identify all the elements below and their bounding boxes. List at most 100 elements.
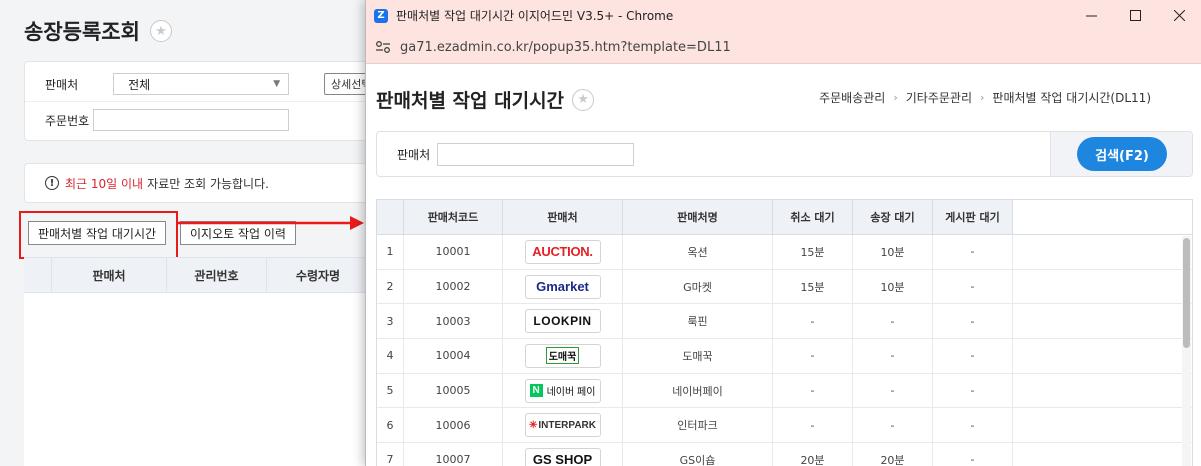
cancel-wait: 15분 (773, 269, 853, 304)
interpark-logo-text: INTERPARK (538, 419, 596, 431)
favorite-star-icon[interactable]: ★ (149, 20, 172, 42)
chevron-right-icon: › (980, 91, 985, 104)
site-settings-icon[interactable] (374, 38, 392, 56)
table-row[interactable]: 4 10004 도매꾹 도매꾹 - - - (377, 339, 1192, 374)
wait-time-grid: 판매처코드 판매처 판매처명 취소 대기 송장 대기 게시판 대기 1 1000… (376, 199, 1193, 466)
minimize-icon[interactable] (1069, 0, 1113, 31)
window-controls (1069, 0, 1201, 31)
naverpay-logo-text: 네이버 페이 (546, 387, 596, 399)
table-row[interactable]: 2 10002 Gmarket G마켓 15분 10분 - (377, 269, 1192, 305)
notice-text: 자료만 조회 가능합니다. (147, 176, 269, 191)
seller-logo-cell: N 네이버 페이 (503, 373, 623, 408)
order-number-input[interactable] (93, 109, 290, 131)
seller-name: 옥션 (623, 235, 773, 269)
grid-header-cancel[interactable]: 취소 대기 (773, 200, 853, 234)
grid-scrollbar[interactable] (1182, 236, 1191, 466)
popup-search-panel: 판매처 검색(F2) (376, 131, 1193, 177)
domaekkuk-logo-icon: 도매꾹 (524, 343, 601, 368)
board-wait: - (933, 304, 1013, 339)
search-panel: 판매처 전체 ▼ 상세선택 주문번호 (24, 61, 384, 141)
seller-select[interactable]: 전체 ▼ (113, 73, 290, 95)
popup-seller-label: 판매처 (397, 148, 431, 162)
cancel-wait: - (773, 373, 853, 408)
breadcrumb-item: 판매처별 작업 대기시간(DL11) (992, 91, 1151, 105)
seller-code: 10007 (404, 443, 503, 466)
table-row[interactable]: 1 10001 AUCTION. 옥션 15분 10분 - (377, 235, 1192, 270)
grid-header-ship[interactable]: 송장 대기 (853, 200, 933, 234)
row-filler (1013, 339, 1192, 373)
grid-header-no (377, 200, 404, 234)
table-header-manage-no: 관리번호 (167, 258, 267, 292)
naverpay-logo-icon: N 네이버 페이 (524, 378, 601, 403)
grid-header-seller[interactable]: 판매처 (503, 200, 623, 234)
row-number: 7 (377, 443, 404, 466)
table-row[interactable]: 3 10003 LOOKPIN 룩핀 - - - (377, 304, 1192, 340)
table-header-seller: 판매처 (52, 258, 167, 292)
breadcrumb-item[interactable]: 기타주문관리 (906, 89, 972, 106)
row-filler (1013, 443, 1192, 466)
order-number-label: 주문번호 (45, 113, 90, 128)
close-icon[interactable] (1157, 0, 1201, 31)
app-logo-icon: Z (374, 8, 388, 23)
seller-name: 인터파크 (623, 408, 773, 443)
breadcrumb-item[interactable]: 주문배송관리 (819, 89, 885, 106)
row-number: 3 (377, 304, 404, 339)
chevron-right-icon: › (893, 91, 898, 104)
row-filler (1013, 374, 1192, 408)
popup-content: 판매처별 작업 대기시간 ★ 주문배송관리 › 기타주문관리 › 판매처별 작업… (366, 64, 1201, 466)
row-filler (1013, 408, 1192, 442)
order-row: 주문번호 (45, 109, 290, 131)
interpark-star-icon: ✳ (529, 419, 538, 431)
seller-code: 10003 (404, 304, 503, 339)
maximize-icon[interactable] (1113, 0, 1157, 31)
shipping-wait: 20분 (853, 443, 933, 466)
window-titlebar: Z 판매처별 작업 대기시간 이지어드민 V3.5+ - Chrome (366, 0, 1201, 31)
domaekkuk-logo-text: 도매꾹 (545, 347, 580, 365)
grid-header-code[interactable]: 판매처코드 (404, 200, 503, 234)
grid-header-board[interactable]: 게시판 대기 (933, 200, 1013, 234)
search-button[interactable]: 검색(F2) (1077, 137, 1167, 171)
seller-logo-cell: ✳ INTERPARK (503, 408, 623, 443)
row-filler (1013, 235, 1192, 269)
seller-name: 룩핀 (623, 304, 773, 339)
seller-label: 판매처 (45, 77, 79, 92)
shipping-wait: 10분 (853, 235, 933, 269)
grid-header-filler (1013, 200, 1192, 234)
row-number: 2 (377, 269, 404, 304)
table-row[interactable]: 6 10006 ✳ INTERPARK 인터파크 - - - (377, 408, 1192, 444)
lookpin-logo-icon: LOOKPIN (524, 309, 601, 334)
search-button-area: 검색(F2) (1050, 132, 1192, 176)
interpark-logo-icon: ✳ INTERPARK (524, 413, 601, 438)
row-number: 5 (377, 373, 404, 408)
seller-logo-cell: AUCTION. (503, 235, 623, 269)
window-title: 판매처별 작업 대기시간 이지어드민 V3.5+ - Chrome (396, 9, 674, 23)
popup-seller-input[interactable] (437, 143, 634, 166)
board-wait: - (933, 443, 1013, 466)
address-bar[interactable]: ga71.ezadmin.co.kr/popup35.htm?template=… (366, 31, 1201, 64)
row-number: 6 (377, 408, 404, 443)
gsshop-logo-icon: GS SHOP (524, 447, 601, 466)
scrollbar-thumb[interactable] (1183, 238, 1190, 348)
table-row[interactable]: 7 10007 GS SHOP GS이숍 20분 20분 - (377, 443, 1192, 466)
grid-header-name[interactable]: 판매처명 (623, 200, 773, 234)
seller-name: GS이숍 (623, 443, 773, 466)
shipping-wait: - (853, 339, 933, 373)
seller-code: 10001 (404, 235, 503, 269)
seller-name: G마켓 (623, 269, 773, 304)
auction-logo-icon: AUCTION. (524, 239, 601, 264)
page-title-text: 송장등록조회 (24, 20, 140, 44)
gmarket-logo-icon: Gmarket (524, 274, 601, 299)
breadcrumb: 주문배송관리 › 기타주문관리 › 판매처별 작업 대기시간(DL11) (819, 89, 1151, 106)
table-row[interactable]: 5 10005 N 네이버 페이 네이버페이 - - - (377, 373, 1192, 409)
seller-code: 10004 (404, 339, 503, 373)
highlight-box (19, 211, 178, 259)
seller-code: 10002 (404, 269, 503, 304)
favorite-star-icon[interactable]: ★ (572, 88, 595, 111)
shipping-wait: - (853, 304, 933, 339)
naver-n-icon: N (529, 384, 543, 398)
url-text[interactable]: ga71.ezadmin.co.kr/popup35.htm?template=… (400, 40, 731, 55)
seller-row: 판매처 전체 ▼ (45, 73, 290, 95)
cancel-wait: 15분 (773, 235, 853, 269)
exclamation-icon: ! (45, 176, 59, 190)
table-header: 판매처 관리번호 수령자명 (24, 257, 369, 293)
